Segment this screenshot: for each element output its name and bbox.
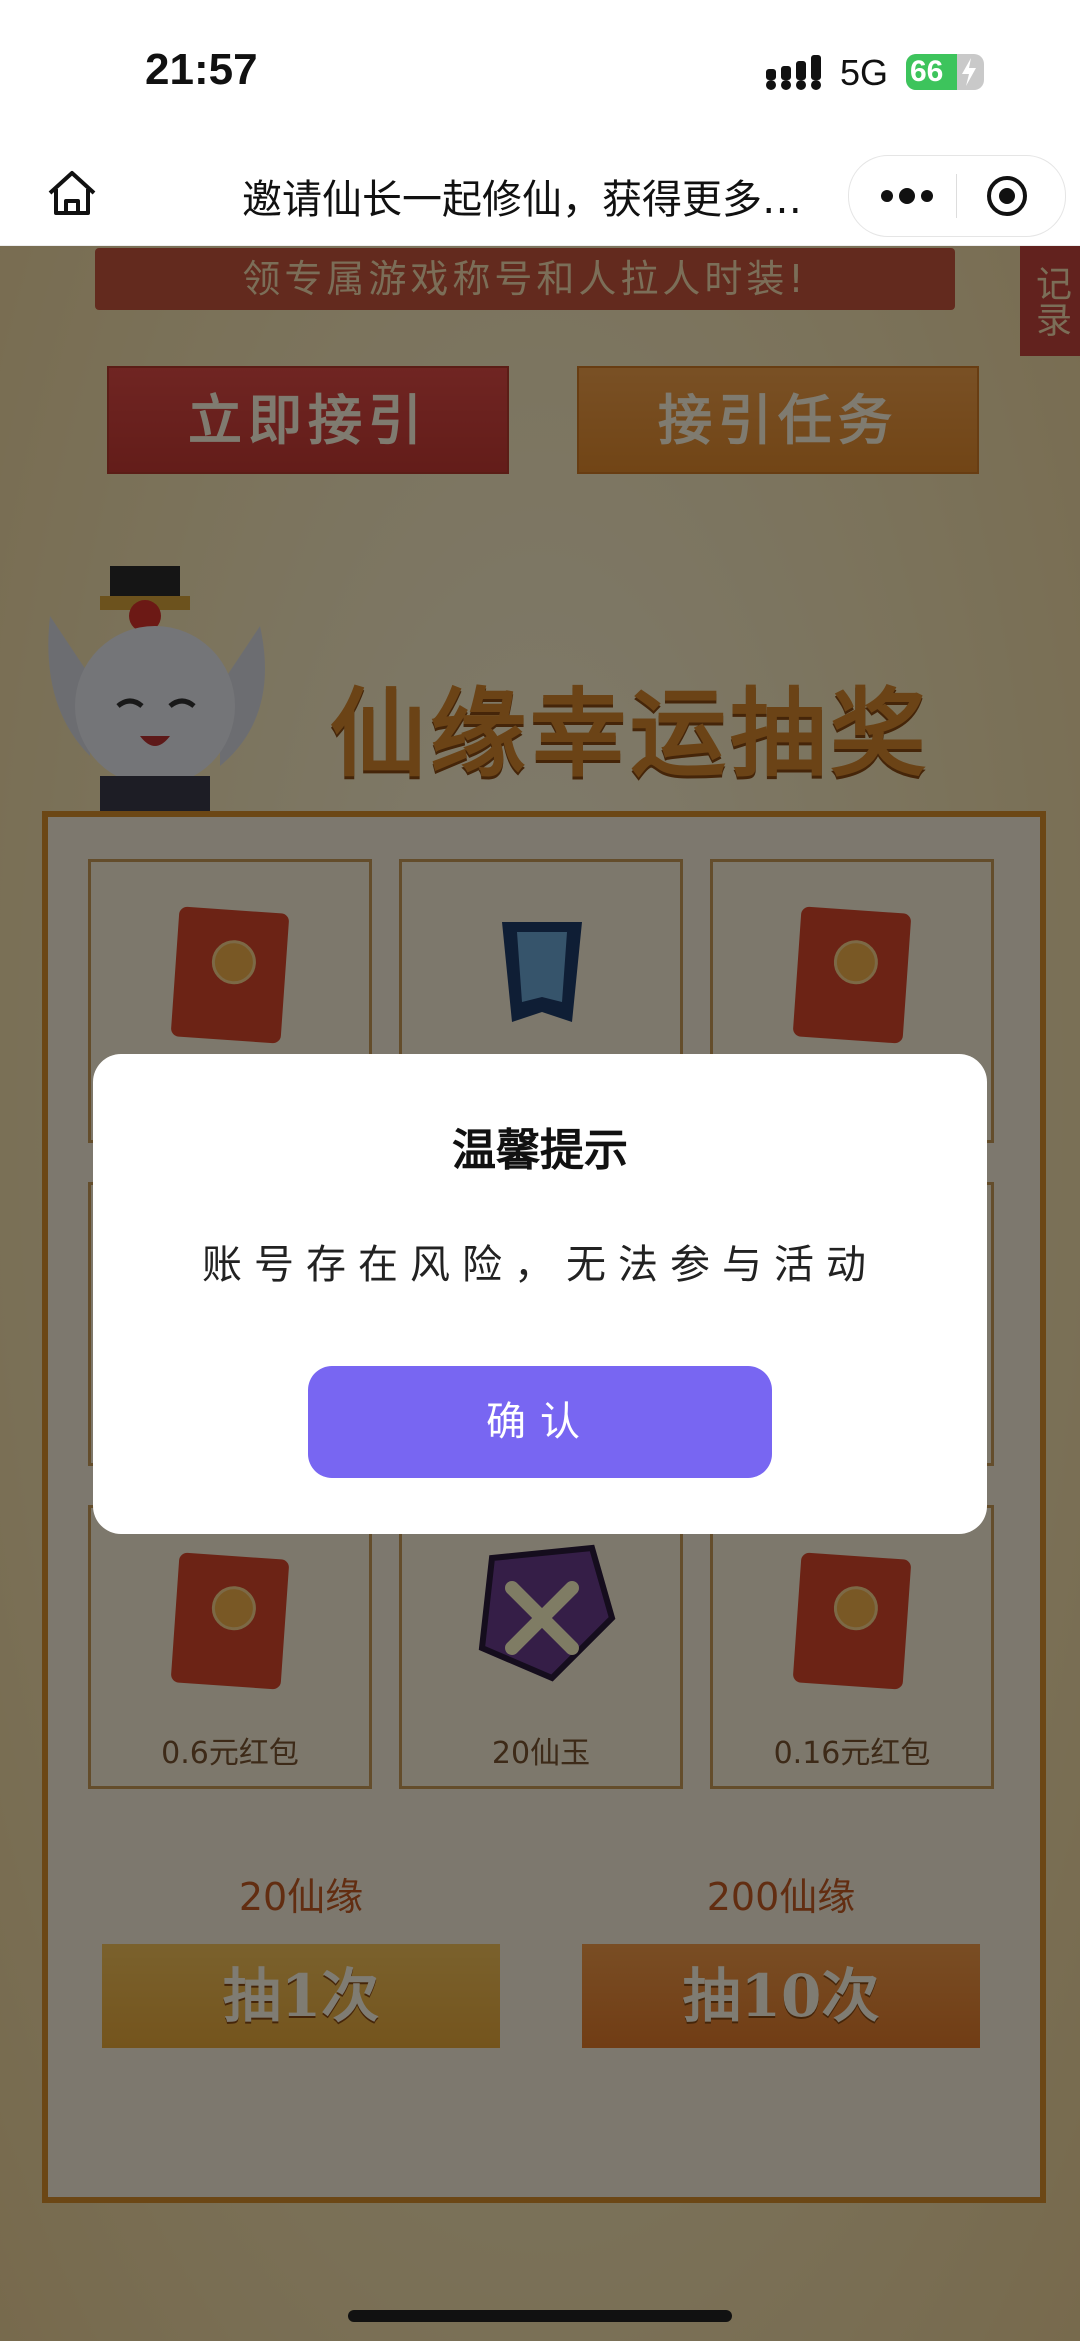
capsule-menu [848, 155, 1066, 237]
capsule-divider [956, 174, 957, 218]
status-time: 21:57 [145, 45, 258, 94]
status-bar: 21:57 5G 66 [0, 0, 1080, 145]
page-title: 邀请仙长一起修仙，获得更多… [242, 177, 802, 223]
home-icon[interactable] [44, 165, 100, 221]
signal-icon [766, 55, 821, 90]
mini-program-navbar: 邀请仙长一起修仙，获得更多… [0, 145, 1080, 246]
alert-dialog: 温馨提示 账号存在风险，无法参与活动 确认 [93, 1054, 987, 1534]
confirm-button[interactable]: 确认 [308, 1366, 772, 1478]
battery-indicator: 66 [906, 54, 984, 90]
battery-level: 66 [910, 55, 944, 88]
close-program-icon[interactable] [985, 174, 1029, 218]
home-indicator [348, 2310, 732, 2322]
network-label: 5G [840, 52, 889, 93]
dialog-title: 温馨提示 [452, 1125, 628, 1176]
dialog-message: 账号存在风险，无法参与活动 [202, 1242, 878, 1288]
charging-icon [962, 58, 976, 86]
more-icon[interactable] [877, 172, 937, 220]
